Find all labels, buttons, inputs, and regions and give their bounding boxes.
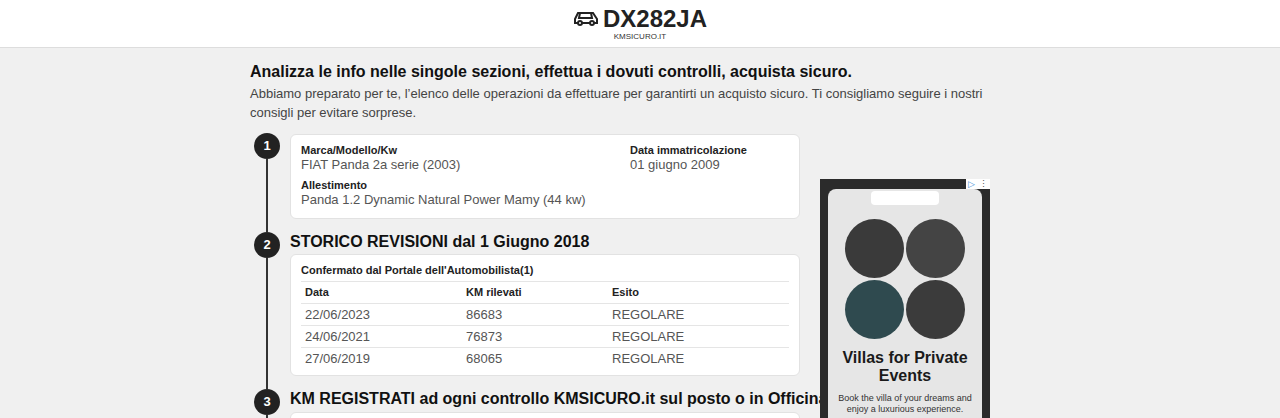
ad-choices[interactable]: ▷ [966,179,977,189]
vehicle-field: AllestimentoPanda 1.2 Dynamic Natural Po… [301,178,630,208]
field-label: Data immatricolazione [630,143,789,157]
field-label: Marca/Modello/Kw [301,143,630,157]
revisions-table: DataKM rilevatiEsito 22/06/202386683REGO… [301,281,789,370]
revisions-card: Confermato dal Portale dell'Automobilist… [290,254,800,376]
table-row: 24/06/202176873REGOLARE [301,326,789,348]
revisions-step: 2 STORICO REVISIONI dal 1 Giugno 2018 Co… [250,232,800,376]
source-label: Confermato dal Portale dell'Automobilist… [301,263,789,277]
section-title: KM REGISTRATI ad ogni controllo KMSICURO… [290,389,800,409]
vehicle-field: Marca/Modello/KwFIAT Panda 2a serie (200… [301,143,630,173]
intro-text: Abbiamo preparato per te, l’elenco delle… [250,84,985,122]
ad-logo [871,191,939,205]
step-number: 3 [254,389,280,415]
table-cell: 27/06/2019 [301,348,462,370]
plate-title: DX282JA [573,6,707,32]
ad-text[interactable]: Book the villa of your dreams and enjoy … [828,393,982,415]
step-number: 2 [254,232,280,258]
site-name: KMSICURO.IT [614,32,666,42]
table-cell: 22/06/2023 [301,304,462,326]
table-cell: 68065 [462,348,608,370]
field-value: FIAT Panda 2a serie (2003) [301,157,630,173]
site-header: DX282JA KMSICURO.IT [0,0,1280,48]
vehicle-card: Marca/Modello/KwFIAT Panda 2a serie (200… [290,134,800,219]
ad-menu[interactable]: ⋮ [977,179,990,189]
column-header: Esito [608,282,789,304]
vehicle-field: Data immatricolazione01 giugno 2009 [630,143,789,173]
intro-title: Analizza le info nelle singole sezioni, … [250,62,985,82]
table-cell: 76873 [462,326,608,348]
field-value: Panda 1.2 Dynamic Natural Power Mamy (44… [301,192,630,208]
km-step: 3 KM REGISTRATI ad ogni controllo KMSICU… [250,389,800,418]
field-label: Allestimento [301,178,630,192]
ad-title[interactable]: Villas for Private Events [828,349,982,385]
section-title: STORICO REVISIONI dal 1 Giugno 2018 [290,232,800,252]
table-cell: REGOLARE [608,348,789,370]
ad-banner[interactable]: ▷ ⋮ Villas for Private Events Book the v… [820,179,990,418]
field-value: 01 giugno 2009 [630,157,789,173]
table-row: 22/06/202386683REGOLARE [301,304,789,326]
vehicle-step: 1 Marca/Modello/KwFIAT Panda 2a serie (2… [250,133,800,219]
table-cell: REGOLARE [608,326,789,348]
plate: DX282JA [603,6,707,32]
table-cell: 24/06/2021 [301,326,462,348]
km-card [290,412,800,418]
column-header: Data [301,282,462,304]
step-number: 1 [254,133,280,159]
table-cell: REGOLARE [608,304,789,326]
column-header: KM rilevati [462,282,608,304]
table-cell: 86683 [462,304,608,326]
table-row: 27/06/201968065REGOLARE [301,348,789,370]
ad-image [845,219,965,339]
car-icon [573,10,599,28]
